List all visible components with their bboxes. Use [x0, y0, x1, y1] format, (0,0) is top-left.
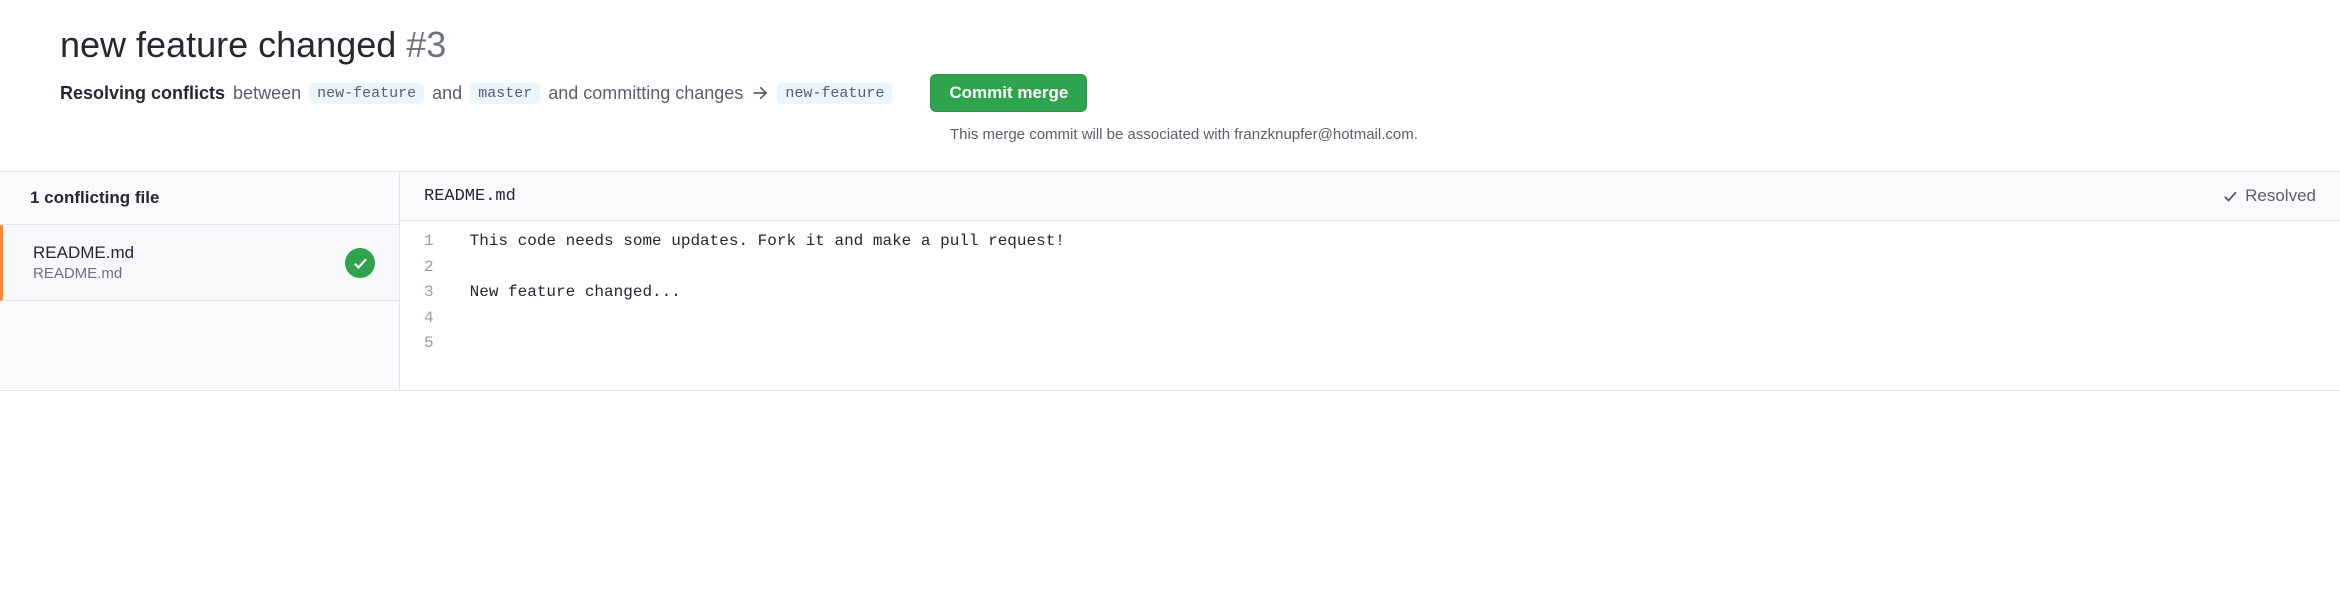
resolved-status: Resolved [2221, 186, 2316, 206]
conflict-panel: 1 conflicting file README.md README.md R… [0, 171, 2340, 391]
association-suffix: . [1414, 126, 1418, 143]
line-number: 4 [424, 306, 434, 332]
arrow-right-icon [751, 84, 769, 102]
check-icon [2221, 187, 2239, 205]
subtitle-row: Resolving conflicts between new-feature … [60, 74, 2280, 112]
result-branch-tag[interactable]: new-feature [777, 83, 892, 104]
commit-text: and committing changes [548, 83, 743, 104]
line-number: 2 [424, 255, 434, 281]
file-name-main: README.md [33, 243, 134, 263]
content-header: README.md Resolved [400, 172, 2340, 221]
file-names: README.md README.md [33, 243, 134, 282]
code-line: New feature changed... [470, 280, 1065, 306]
code-line: This code needs some updates. Fork it an… [470, 229, 1065, 255]
file-name-path: README.md [33, 265, 134, 282]
file-sidebar: 1 conflicting file README.md README.md [0, 172, 400, 390]
code-lines: This code needs some updates. Fork it an… [452, 229, 1065, 357]
resolved-check-icon [345, 248, 375, 278]
line-numbers: 12345 [400, 229, 452, 357]
page-title-row: new feature changed #3 [60, 24, 2280, 66]
file-list-item[interactable]: README.md README.md [0, 225, 399, 301]
code-line [470, 331, 1065, 357]
target-branch-tag[interactable]: master [470, 83, 540, 104]
code-line [470, 255, 1065, 281]
pr-title: new feature changed [60, 24, 396, 66]
sidebar-heading: 1 conflicting file [0, 172, 399, 225]
and-text: and [432, 83, 462, 104]
resolved-text: Resolved [2245, 186, 2316, 206]
commit-merge-button[interactable]: Commit merge [930, 74, 1087, 112]
resolving-label: Resolving conflicts [60, 83, 225, 104]
between-text: between [233, 83, 301, 104]
association-prefix: This merge commit will be associated wit… [950, 126, 1234, 143]
line-number: 3 [424, 280, 434, 306]
association-note: This merge commit will be associated wit… [60, 126, 2280, 143]
line-number: 5 [424, 331, 434, 357]
association-email: franzknupfer@hotmail.com [1234, 126, 1413, 143]
code-line [470, 306, 1065, 332]
pr-number: #3 [406, 24, 446, 66]
code-editor[interactable]: 12345 This code needs some updates. Fork… [400, 221, 2340, 357]
line-number: 1 [424, 229, 434, 255]
content-panel: README.md Resolved 12345 This code needs… [400, 172, 2340, 390]
content-filename: README.md [424, 187, 516, 206]
source-branch-tag[interactable]: new-feature [309, 83, 424, 104]
